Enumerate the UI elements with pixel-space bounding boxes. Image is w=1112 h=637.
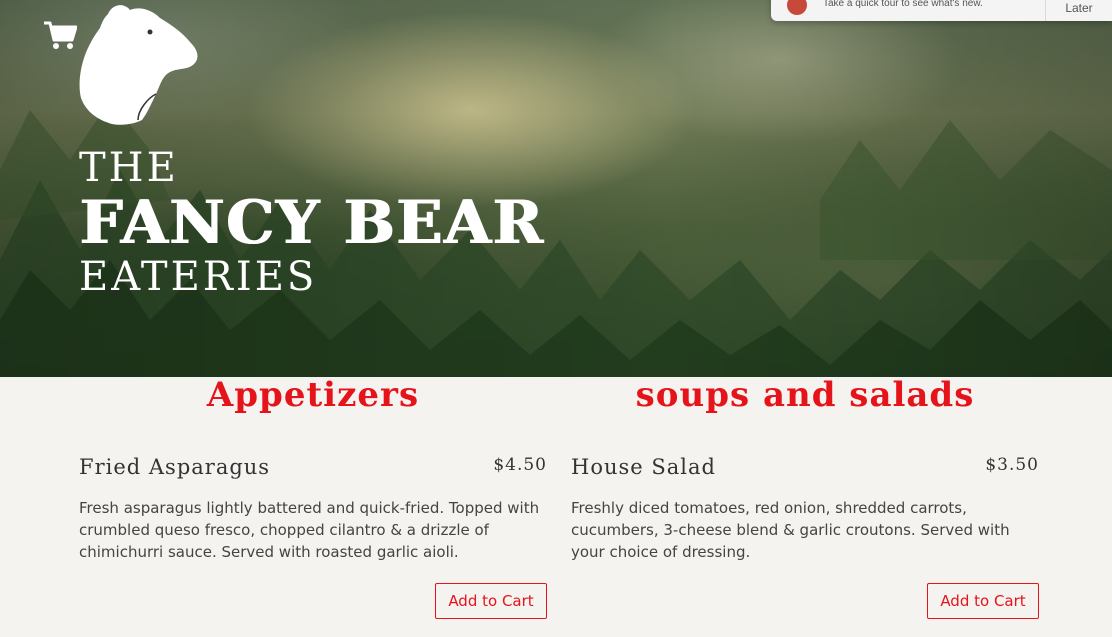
add-to-cart-button[interactable]: Add to Cart (435, 583, 547, 619)
menu-item-price: $4.50 (493, 455, 547, 475)
bear-logo (79, 5, 198, 125)
menu-item-description: Freshly diced tomatoes, red onion, shred… (571, 499, 1010, 561)
brand-line-eateries: EATERIES (79, 254, 318, 300)
section-title: Appetizers (206, 375, 420, 415)
shopping-cart-icon[interactable] (43, 20, 77, 50)
tour-later-button[interactable]: Later (1045, 0, 1112, 21)
tour-avatar-icon (787, 0, 807, 15)
tour-popup-body[interactable]: Take a quick tour to see what's new. (771, 0, 1045, 21)
tour-popup: Take a quick tour to see what's new. Lat… (771, 0, 1112, 21)
section-title: soups and salads (635, 375, 975, 415)
menu-item-name: Fried Asparagus (79, 455, 271, 479)
brand-line-fancy-bear: FANCY BEAR (79, 188, 544, 258)
tour-popup-text: Take a quick tour to see what's new. (823, 0, 983, 9)
brand-line-the: THE (79, 145, 179, 191)
menu-item-name: House Salad (571, 455, 716, 479)
menu-item-description: Fresh asparagus lightly battered and qui… (79, 499, 540, 561)
menu-item-price: $3.50 (985, 455, 1039, 475)
add-to-cart-button[interactable]: Add to Cart (927, 583, 1039, 619)
brand-title: THE FANCY BEAR EATERIES (79, 148, 544, 297)
